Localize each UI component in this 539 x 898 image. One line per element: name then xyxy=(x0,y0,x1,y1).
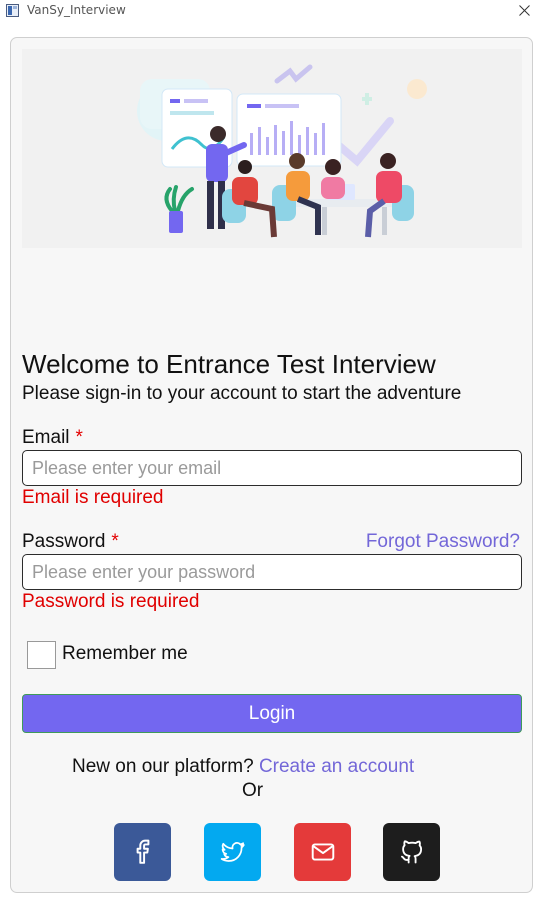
password-required-mark: * xyxy=(111,531,119,552)
email-label-text: Email xyxy=(22,427,70,448)
or-divider: Or xyxy=(242,780,264,801)
window-title: VanSy_Interview xyxy=(27,3,126,17)
password-error: Password is required xyxy=(22,591,200,612)
email-field[interactable] xyxy=(22,450,522,486)
signup-prompt: New on our platform? xyxy=(72,756,254,777)
remember-me-label[interactable]: Remember me xyxy=(62,643,188,665)
window-titlebar: VanSy_Interview xyxy=(0,0,539,22)
twitter-icon xyxy=(220,842,245,862)
meeting-illustration xyxy=(22,49,522,248)
app-icon xyxy=(6,4,19,17)
facebook-login-button[interactable] xyxy=(114,823,171,881)
page-subtitle: Please sign-in to your account to start … xyxy=(22,383,462,404)
twitter-login-button[interactable] xyxy=(204,823,261,881)
page-title: Welcome to Entrance Test Interview xyxy=(22,349,436,379)
password-field[interactable] xyxy=(22,554,522,590)
login-button[interactable]: Login xyxy=(22,694,522,733)
facebook-icon xyxy=(136,839,149,864)
email-error: Email is required xyxy=(22,487,164,508)
close-icon xyxy=(518,4,530,16)
gmail-login-button[interactable] xyxy=(294,823,351,881)
password-label: Password * xyxy=(22,531,119,553)
hero-illustration xyxy=(22,49,522,248)
signup-row: New on our platform? Create an account xyxy=(72,756,414,778)
remember-me-checkbox[interactable] xyxy=(27,641,56,669)
mail-icon xyxy=(311,843,334,861)
forgot-password-link[interactable]: Forgot Password? xyxy=(366,531,520,553)
create-account-link[interactable]: Create an account xyxy=(259,756,414,777)
github-login-button[interactable] xyxy=(383,823,440,881)
email-required-mark: * xyxy=(75,427,83,448)
github-icon xyxy=(400,840,422,864)
close-window-button[interactable] xyxy=(511,0,537,20)
password-label-text: Password xyxy=(22,531,106,552)
email-label: Email * xyxy=(22,427,83,449)
